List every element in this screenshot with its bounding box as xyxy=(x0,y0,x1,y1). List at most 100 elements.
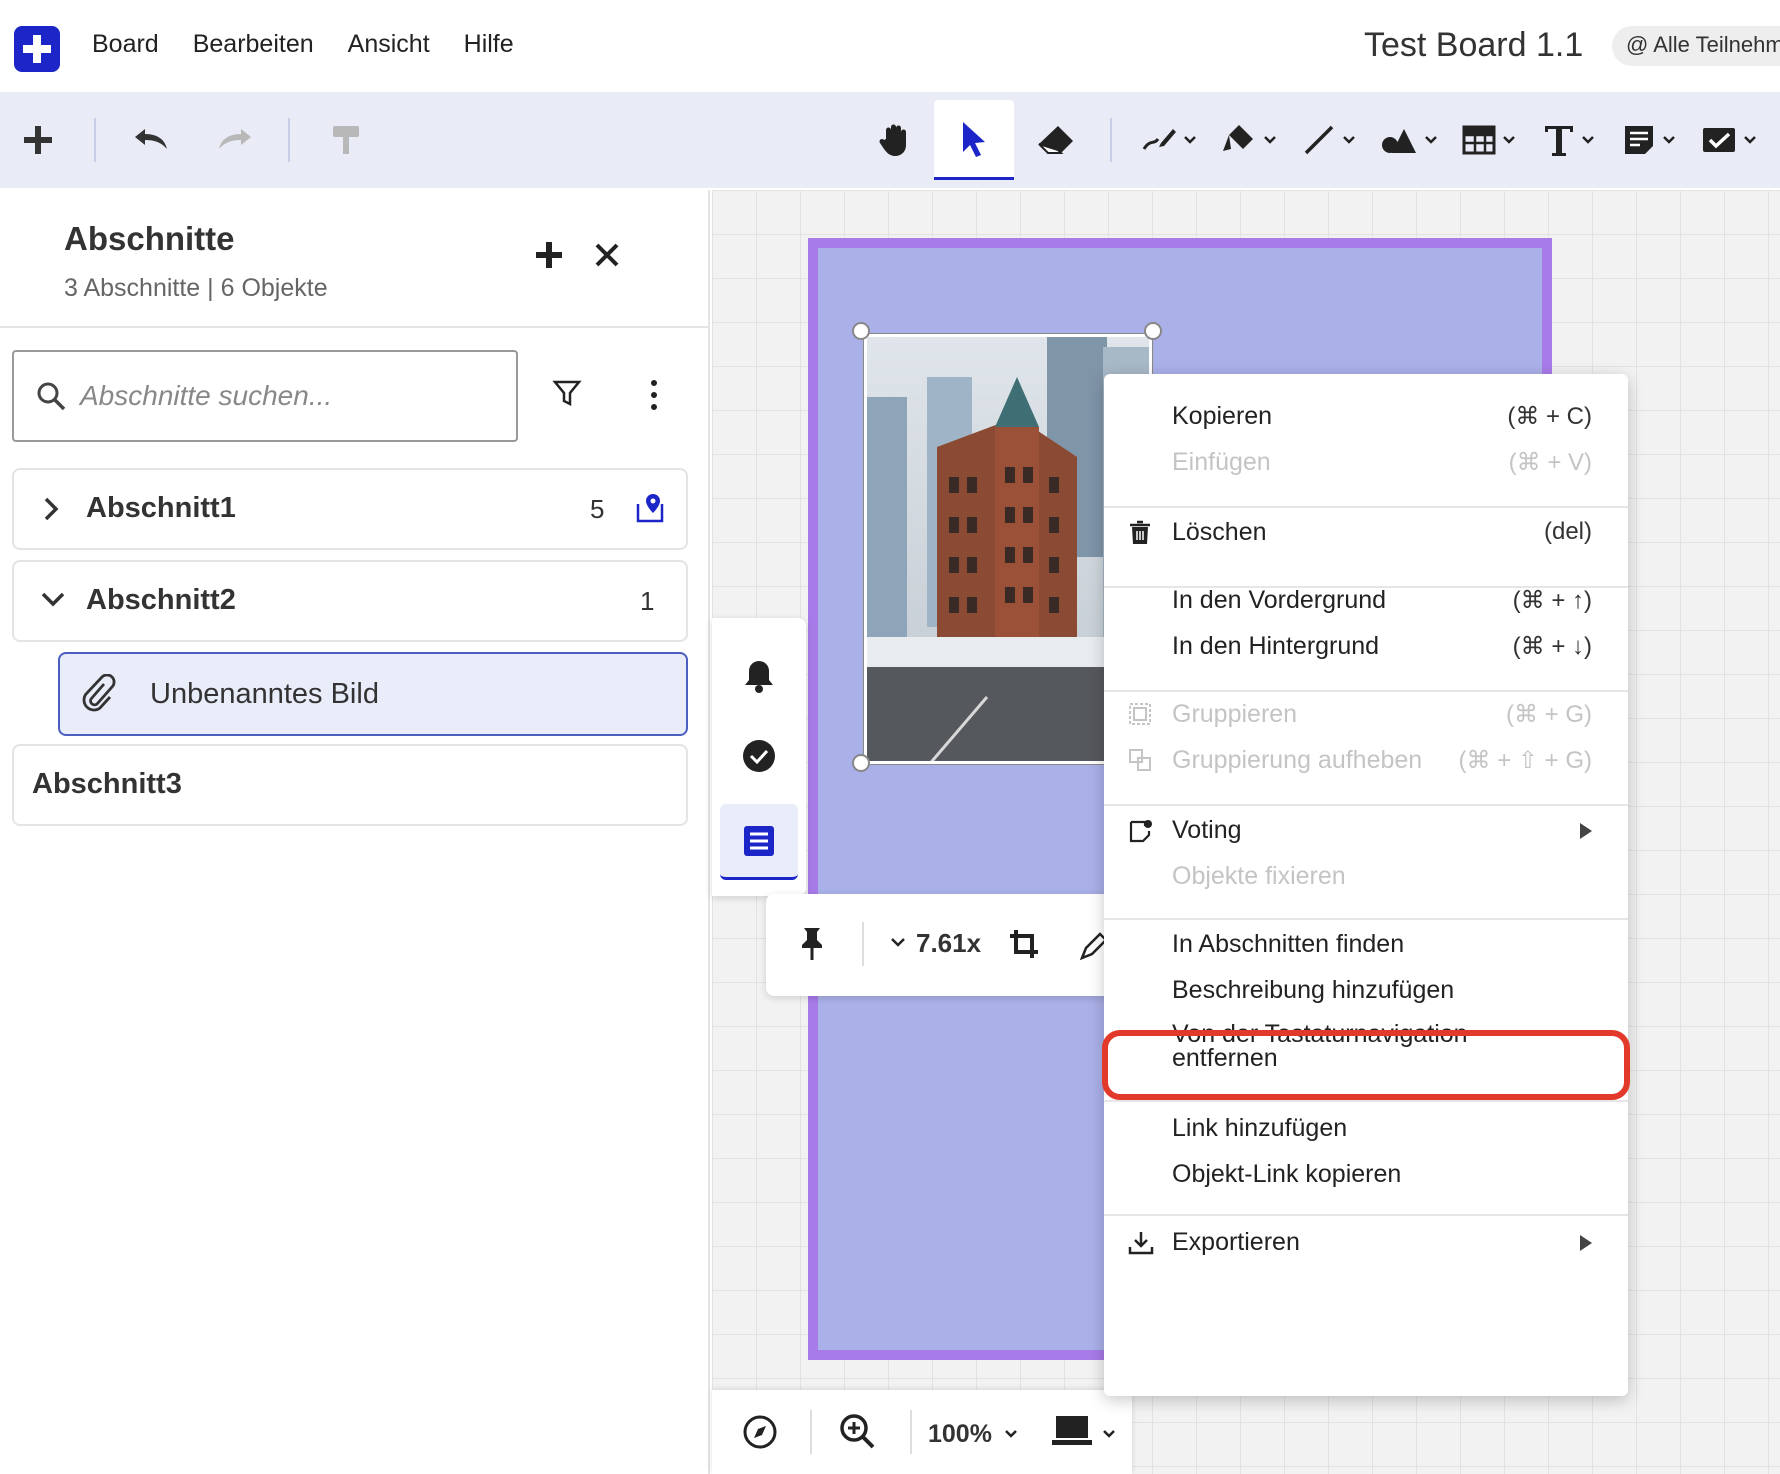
menu-item-label: Objekte fixieren xyxy=(1172,862,1346,890)
presentation-icon[interactable] xyxy=(1052,1414,1092,1453)
check-circle-icon[interactable] xyxy=(720,718,798,794)
app-logo-icon[interactable] xyxy=(14,26,60,72)
section-search-input[interactable]: Abschnitte suchen... xyxy=(12,350,518,442)
section-count: 5 xyxy=(590,494,605,524)
redo-icon[interactable] xyxy=(210,92,258,188)
toolbar-divider xyxy=(810,1410,812,1454)
menu-item-copy-object-link[interactable]: Objekt-Link kopieren xyxy=(1104,1150,1628,1200)
attachment-icon xyxy=(80,673,116,719)
download-icon xyxy=(1128,1230,1154,1261)
menu-item-label: Löschen xyxy=(1172,518,1267,546)
notifications-icon[interactable] xyxy=(720,638,798,714)
section-row[interactable]: Abschnitt2 1 xyxy=(12,560,688,642)
participants-badge[interactable]: @ Alle Teilnehm xyxy=(1612,26,1780,66)
toolbar-divider xyxy=(94,118,96,162)
menu-item-label: Link hinzufügen xyxy=(1172,1114,1348,1142)
zoom-in-icon[interactable] xyxy=(838,1412,876,1455)
select-tool-icon[interactable] xyxy=(934,100,1014,180)
section-name: Abschnitt3 xyxy=(32,768,182,800)
toolbar-divider xyxy=(862,922,864,966)
menu-item-shortcut: (⌘ + C) xyxy=(1507,403,1592,430)
vote-tool-icon[interactable] xyxy=(1696,92,1762,188)
section-object-item[interactable]: Unbenanntes Bild xyxy=(58,652,688,736)
menu-item-remove-keyboard-nav[interactable]: Von der Tastaturnavigation entfernen xyxy=(1104,1012,1628,1082)
context-menu: Kopieren (⌘ + C) Einfügen (⌘ + V) Lösche… xyxy=(1104,374,1628,1396)
menu-item-add-link[interactable]: Link hinzufügen xyxy=(1104,1104,1628,1154)
chevron-down-icon[interactable] xyxy=(40,588,66,615)
line-tool-icon[interactable] xyxy=(1296,92,1362,188)
sections-list-icon[interactable] xyxy=(720,804,798,880)
format-painter-icon[interactable] xyxy=(322,92,370,188)
section-row[interactable]: Abschnitt3 xyxy=(12,744,688,826)
menu-bearbeiten[interactable]: Bearbeiten xyxy=(193,30,314,59)
menu-hilfe[interactable]: Hilfe xyxy=(464,30,514,59)
hand-tool-icon[interactable] xyxy=(870,92,922,188)
chevron-down-icon[interactable] xyxy=(890,936,906,954)
highlighter-icon[interactable] xyxy=(1216,92,1282,188)
resize-handle[interactable] xyxy=(852,322,870,340)
menu-item-find-in-sections[interactable]: In Abschnitten finden xyxy=(1104,920,1628,970)
object-name: Unbenanntes Bild xyxy=(150,678,379,710)
chevron-right-icon[interactable] xyxy=(40,496,62,527)
locate-section-icon[interactable] xyxy=(634,492,666,529)
eraser-icon[interactable] xyxy=(1030,92,1082,188)
add-icon[interactable] xyxy=(12,92,64,188)
section-name: Abschnitt1 xyxy=(86,492,236,524)
menu-item-bring-to-front[interactable]: In den Vordergrund (⌘ + ↑) xyxy=(1104,576,1628,626)
section-count: 1 xyxy=(640,586,655,616)
bottom-bar xyxy=(712,1390,1132,1474)
chevron-down-icon[interactable] xyxy=(1102,1426,1116,1444)
submenu-arrow-icon xyxy=(1580,1235,1592,1251)
menu-item-label: Voting xyxy=(1172,816,1242,844)
menu-item-group[interactable]: Gruppieren (⌘ + G) xyxy=(1104,690,1628,740)
board-title[interactable]: Test Board 1.1 xyxy=(1364,26,1583,65)
menu-item-paste[interactable]: Einfügen (⌘ + V) xyxy=(1104,438,1628,488)
menu-item-shortcut: (del) xyxy=(1543,518,1592,545)
pin-icon[interactable] xyxy=(798,926,826,967)
zoom-level[interactable]: 100% xyxy=(928,1420,992,1449)
section-row[interactable]: Abschnitt1 5 xyxy=(12,468,688,550)
panel-divider xyxy=(0,326,710,328)
close-icon[interactable] xyxy=(594,242,620,273)
table-tool-icon[interactable] xyxy=(1456,92,1522,188)
menu-item-shortcut: (⌘ + G) xyxy=(1505,701,1592,728)
sections-panel: Abschnitte 3 Abschnitte | 6 Objekte Absc… xyxy=(0,190,710,1474)
crop-icon[interactable] xyxy=(1008,928,1040,965)
menu-item-label: Objekt-Link kopieren xyxy=(1172,1160,1402,1188)
menu-item-ungroup[interactable]: Gruppierung aufheben (⌘ + ⇧ + G) xyxy=(1104,736,1628,786)
main-menu: Board Bearbeiten Ansicht Hilfe xyxy=(92,30,514,59)
sticky-note-icon[interactable] xyxy=(1616,92,1682,188)
menu-board[interactable]: Board xyxy=(92,30,159,59)
menu-item-label: Kopieren xyxy=(1172,402,1273,430)
toolbar-divider xyxy=(910,1410,912,1454)
menu-item-add-description[interactable]: Beschreibung hinzufügen xyxy=(1104,966,1628,1016)
more-options-icon[interactable] xyxy=(648,378,660,417)
chevron-down-icon[interactable] xyxy=(1004,1426,1018,1444)
panel-subtitle: 3 Abschnitte | 6 Objekte xyxy=(64,274,328,302)
compass-icon[interactable] xyxy=(742,1414,778,1455)
menu-item-export[interactable]: Exportieren xyxy=(1104,1218,1628,1268)
filter-icon[interactable] xyxy=(552,378,582,413)
shapes-tool-icon[interactable] xyxy=(1376,92,1442,188)
menu-item-pin-objects[interactable]: Objekte fixieren xyxy=(1104,852,1628,902)
add-section-icon[interactable] xyxy=(534,240,564,275)
pen-tool-icon[interactable] xyxy=(1136,92,1202,188)
resize-handle[interactable] xyxy=(1144,322,1162,340)
menu-item-label: Exportieren xyxy=(1172,1228,1300,1256)
resize-handle[interactable] xyxy=(852,754,870,772)
menu-item-label: In Abschnitten finden xyxy=(1172,930,1405,958)
menu-item-shortcut: (⌘ + V) xyxy=(1508,449,1592,476)
menu-item-send-to-back[interactable]: In den Hintergrund (⌘ + ↓) xyxy=(1104,622,1628,672)
undo-icon[interactable] xyxy=(128,92,176,188)
voting-icon xyxy=(1128,818,1154,849)
text-tool-icon[interactable] xyxy=(1536,92,1602,188)
panel-title: Abschnitte xyxy=(64,220,235,257)
menu-item-copy[interactable]: Kopieren (⌘ + C) xyxy=(1104,392,1628,442)
menu-item-label-line2: entfernen xyxy=(1172,1044,1278,1072)
menu-item-label: In den Hintergrund xyxy=(1172,632,1380,660)
menu-item-voting[interactable]: Voting xyxy=(1104,806,1628,856)
menu-ansicht[interactable]: Ansicht xyxy=(348,30,430,59)
menu-item-delete[interactable]: Löschen (del) xyxy=(1104,508,1628,558)
image-scale-value[interactable]: 7.61x xyxy=(916,928,981,959)
menu-bar: Board Bearbeiten Ansicht Hilfe Test Boar… xyxy=(0,0,1780,92)
